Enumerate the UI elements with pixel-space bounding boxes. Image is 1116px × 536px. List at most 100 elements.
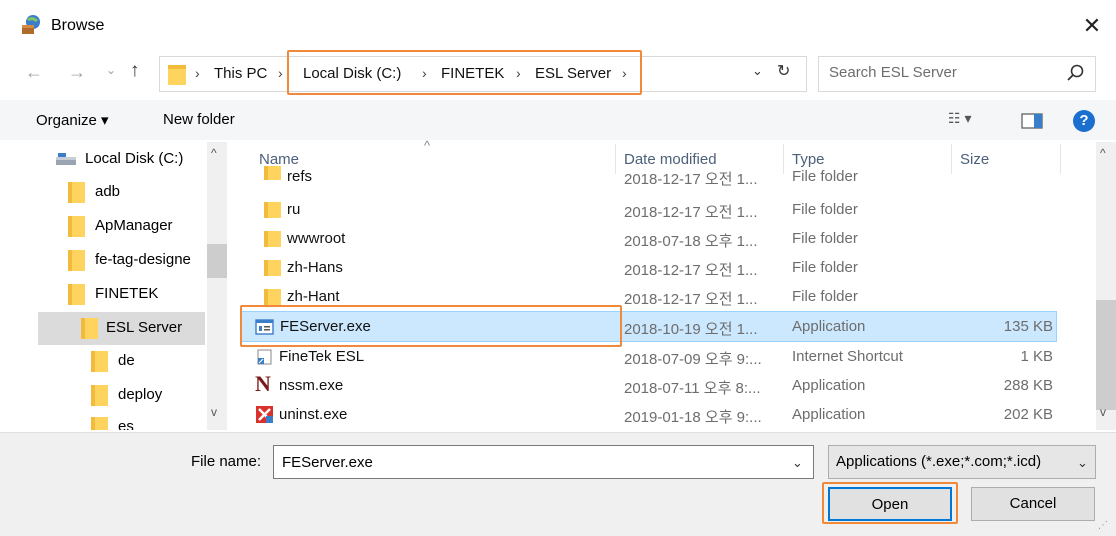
file-type: Application [792,406,866,423]
nav-item-fe-tag-designer[interactable]: fe-tag-designe [0,245,205,275]
file-size: 202 KB [1003,406,1053,423]
breadcrumb-separator: › [195,65,200,81]
nav-pane-scroll-thumb[interactable] [207,244,227,278]
file-name: zh-Hant [287,288,340,305]
folder-icon [68,284,85,305]
nav-item-label: fe-tag-designe [95,251,191,268]
uninstall-icon [256,406,273,423]
folder-icon [264,202,281,218]
nav-pane-scrollbar[interactable] [207,142,227,430]
file-name: wwwroot [287,230,346,247]
folder-icon [264,260,281,276]
nav-item-label: ApManager [95,217,173,234]
breadcrumb-separator[interactable]: › [278,65,283,81]
file-row-zh-hans[interactable]: zh-Hans 2018-12-17 오전 1... File folder [241,253,1057,282]
folder-icon [264,289,281,305]
up-arrow-icon[interactable]: ↑ [130,60,140,82]
file-type: File folder [792,201,858,218]
sort-ascending-chevron-icon: ^ [424,138,431,153]
file-date: 2018-12-17 오전 1... [624,291,758,308]
nav-item-label: de [118,352,135,369]
folder-icon [68,182,85,203]
new-folder-button[interactable]: New folder [163,111,235,128]
title-bar [0,0,1116,54]
folder-icon [81,318,98,339]
cancel-button[interactable]: Cancel [971,487,1095,521]
file-name: refs [287,168,313,185]
scroll-up-chevron-icon[interactable]: ^ [211,146,217,160]
scroll-up-chevron-icon[interactable]: ^ [1100,146,1106,160]
file-type: File folder [792,230,858,247]
folder-icon [264,166,281,180]
file-row-nssm[interactable]: N nssm.exe 2018-07-11 오후 8:... Applicati… [241,371,1057,400]
close-button[interactable]: ✕ [1078,12,1106,40]
file-date: 2019-01-18 오후 9:... [624,409,762,426]
resize-grip-icon[interactable]: ⋰ [1098,520,1108,531]
folder-icon [168,65,186,85]
file-row-wwwroot[interactable]: wwwroot 2018-07-18 오후 1... File folder [241,224,1057,253]
shortcut-icon [257,349,272,365]
organize-button[interactable]: Organize ▾ [36,111,109,129]
change-view-icon[interactable]: ☷ ▾ [948,110,971,127]
file-highlight-box [240,305,622,347]
file-name: zh-Hans [287,259,343,276]
address-dropdown-chevron-icon[interactable]: ⌄ [752,63,763,79]
file-type: File folder [792,168,858,185]
file-type: Application [792,377,866,394]
file-date: 2018-07-09 오후 9:... [624,351,762,368]
recent-locations-chevron-icon[interactable]: ⌄ [106,63,116,77]
window-title: Browse [51,17,105,34]
column-divider[interactable] [1060,144,1061,174]
folder-icon [68,216,85,237]
breadcrumb-this-pc[interactable]: This PC [214,65,267,82]
file-row-refs[interactable]: refs 2018-12-17 오전 1... File folder [241,166,1057,188]
nav-item-finetek[interactable]: FINETEK [0,279,205,309]
nav-item-es[interactable]: es [0,412,205,430]
file-type: Application [792,318,866,335]
path-highlight-box [287,50,642,95]
forward-arrow-icon[interactable]: → [68,62,86,83]
file-name-label: File name: [191,453,262,470]
file-size: 135 KB [1003,318,1053,335]
back-arrow-icon[interactable]: ← [25,62,43,83]
nav-item-adb[interactable]: adb [0,177,205,207]
file-type: File folder [792,259,858,276]
preview-pane-icon[interactable] [1021,113,1043,129]
file-row-ru[interactable]: ru 2018-12-17 오전 1... File folder [241,195,1057,224]
app-icon [22,15,40,34]
file-name-input[interactable] [273,445,814,479]
file-name: ru [287,201,301,218]
nav-item-apmanager[interactable]: ApManager [0,211,205,241]
nav-item-local-disk[interactable]: Local Disk (C:) [0,144,205,174]
help-icon[interactable]: ? [1073,110,1095,132]
folder-icon [91,351,108,372]
scroll-down-chevron-icon[interactable]: v [1100,405,1106,419]
file-date: 2018-07-11 오후 8:... [624,380,761,397]
file-date: 2018-10-19 오전 1... [624,321,758,338]
file-name-dropdown-chevron-icon[interactable]: ⌄ [792,455,803,471]
file-type: File folder [792,288,858,305]
folder-icon [264,231,281,247]
nav-item-de[interactable]: de [0,346,205,376]
file-type-label: Applications (*.exe;*.com;*.icd) [836,453,1042,470]
navigation-pane: Local Disk (C:) adb ApManager fe-tag-des… [0,142,230,430]
nssm-icon: N [255,371,271,396]
file-date: 2018-07-18 오후 1... [624,233,758,250]
file-name: nssm.exe [279,377,344,394]
file-list-scroll-thumb[interactable] [1096,300,1116,410]
folder-icon [91,385,108,406]
file-type-dropdown-chevron-icon[interactable]: ⌄ [1077,455,1088,471]
search-icon[interactable] [1066,63,1086,83]
nav-item-label: deploy [118,386,163,403]
file-row-uninst[interactable]: uninst.exe 2019-01-18 오후 9:... Applicati… [241,400,1057,429]
refresh-icon[interactable]: ↻ [777,61,790,81]
nav-item-label: Local Disk (C:) [85,150,184,167]
scroll-down-chevron-icon[interactable]: v [211,405,217,419]
nav-item-deploy[interactable]: deploy [0,380,205,410]
file-date: 2018-12-17 오전 1... [624,171,758,188]
nav-item-esl-server[interactable]: ESL Server [38,312,205,345]
file-type: Internet Shortcut [792,348,903,365]
file-size: 1 KB [1020,348,1053,365]
file-name: uninst.exe [279,406,348,423]
file-name: FineTek ESL [279,348,365,365]
